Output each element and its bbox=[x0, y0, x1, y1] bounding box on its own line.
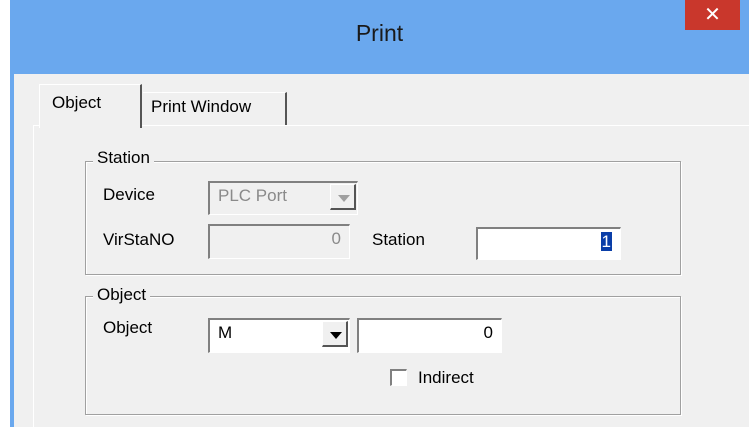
device-select[interactable]: PLC Port bbox=[208, 181, 358, 215]
station-value-selection: 1 bbox=[600, 232, 612, 251]
chevron-down-icon bbox=[330, 332, 342, 339]
object-address-value: 0 bbox=[483, 323, 493, 342]
virstano-label: VirStaNO bbox=[103, 230, 175, 249]
chevron-down-icon bbox=[338, 195, 350, 202]
object-type-value: M bbox=[218, 323, 233, 342]
tab-object-label: Object bbox=[52, 93, 102, 112]
tab-print-window-label: Print Window bbox=[151, 97, 252, 116]
virstano-value: 0 bbox=[331, 229, 341, 248]
station-group-title: Station bbox=[93, 148, 154, 168]
dialog-body: Object Print Window Station Device PLC P… bbox=[14, 74, 749, 431]
tab-print-window[interactable]: Print Window bbox=[143, 92, 287, 126]
object-group-title: Object bbox=[93, 285, 151, 305]
indirect-label: Indirect bbox=[418, 368, 474, 387]
station-field[interactable]: 1 bbox=[476, 227, 621, 260]
virstano-field[interactable]: 0 bbox=[208, 224, 350, 259]
print-dialog: Print ✕ Object Print Window Station Devi… bbox=[0, 0, 749, 431]
close-button[interactable]: ✕ bbox=[685, 0, 740, 30]
object-group bbox=[85, 296, 681, 415]
object-type-select[interactable]: M bbox=[208, 318, 350, 353]
object-address-field[interactable]: 0 bbox=[357, 318, 502, 353]
indirect-checkbox[interactable] bbox=[390, 369, 407, 386]
device-select-value: PLC Port bbox=[218, 186, 287, 205]
station-value: 1 bbox=[600, 232, 612, 252]
close-icon: ✕ bbox=[704, 4, 721, 26]
station-label: Station bbox=[372, 230, 425, 249]
tab-object[interactable]: Object bbox=[39, 84, 142, 128]
device-dropdown-button[interactable] bbox=[330, 184, 356, 210]
tab-panel: Station Device PLC Port VirStaNO 0 Stati… bbox=[33, 125, 749, 431]
window-title: Print bbox=[355, 20, 404, 46]
object-label: Object bbox=[103, 318, 153, 337]
device-label: Device bbox=[103, 185, 155, 204]
object-type-dropdown-button[interactable] bbox=[322, 321, 348, 347]
